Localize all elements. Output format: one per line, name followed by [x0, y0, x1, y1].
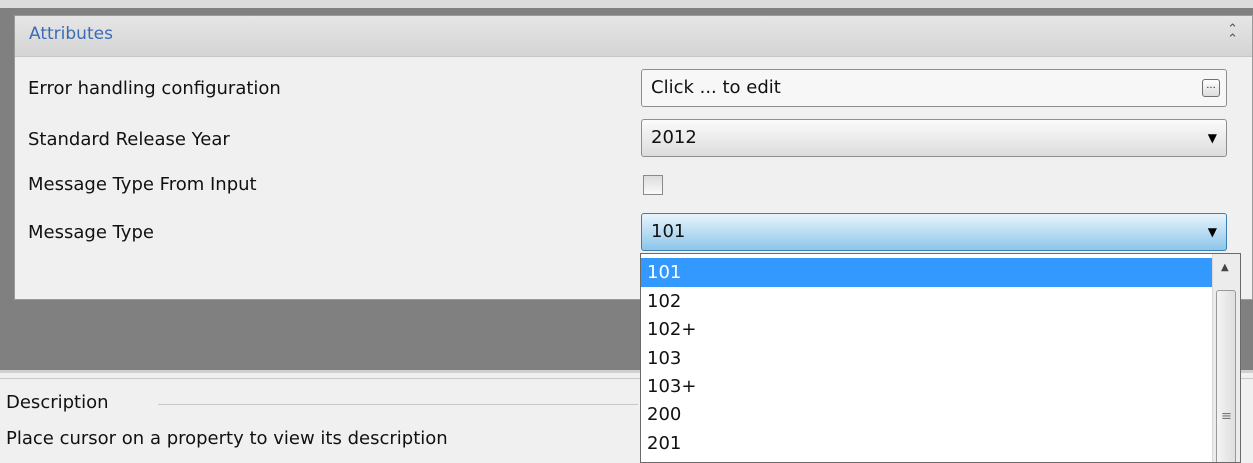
description-rule [158, 404, 638, 405]
dropdown-option[interactable]: 103 [641, 344, 1213, 373]
frame-top-strip [0, 0, 1253, 8]
dropdown-option[interactable]: 102+ [641, 315, 1213, 344]
release-year-label: Standard Release Year [28, 129, 230, 150]
grip-icon: ≡ [1221, 409, 1232, 424]
description-text: Place cursor on a property to view its d… [6, 428, 448, 449]
scroll-thumb[interactable]: ≡ [1216, 290, 1236, 462]
message-type-label: Message Type [28, 222, 154, 243]
dropdown-option[interactable]: 101 [641, 258, 1213, 287]
message-type-dropdown-list[interactable]: 101 102 102+ 103 103+ 200 201 202 ▲ ≡ [640, 253, 1241, 463]
dropdown-option[interactable]: 202 [641, 457, 1213, 462]
dropdown-option[interactable]: 200 [641, 400, 1213, 429]
type-from-input-checkbox[interactable] [643, 175, 663, 195]
chevron-down-icon[interactable]: ▼ [1208, 225, 1217, 239]
scroll-up-arrow-icon[interactable]: ▲ [1221, 262, 1229, 273]
release-year-value: 2012 [651, 127, 697, 148]
attributes-header[interactable]: Attributes ⌃ ⌃ [15, 16, 1252, 57]
error-handling-label: Error handling configuration [28, 78, 281, 99]
release-year-combobox[interactable]: 2012 ▼ [641, 119, 1227, 157]
error-handling-field[interactable]: Click ... to edit ... [641, 69, 1227, 107]
dropdown-option[interactable]: 201 [641, 429, 1213, 458]
message-type-combobox[interactable]: 101 ▼ [641, 213, 1227, 251]
dropdown-option[interactable]: 103+ [641, 372, 1213, 401]
type-from-input-label: Message Type From Input [28, 174, 257, 195]
panel-title: Attributes [29, 24, 113, 44]
chevron-down-icon[interactable]: ▼ [1208, 131, 1217, 145]
ellipsis-button[interactable]: ... [1202, 79, 1220, 97]
description-title: Description [6, 392, 109, 413]
dropdown-scrollbar[interactable]: ▲ ≡ [1212, 254, 1240, 462]
error-handling-value: Click ... to edit [651, 77, 781, 98]
dropdown-option[interactable]: 102 [641, 287, 1213, 316]
double-chevron-up-icon[interactable]: ⌃ ⌃ [1227, 23, 1238, 46]
message-type-value: 101 [651, 221, 686, 242]
